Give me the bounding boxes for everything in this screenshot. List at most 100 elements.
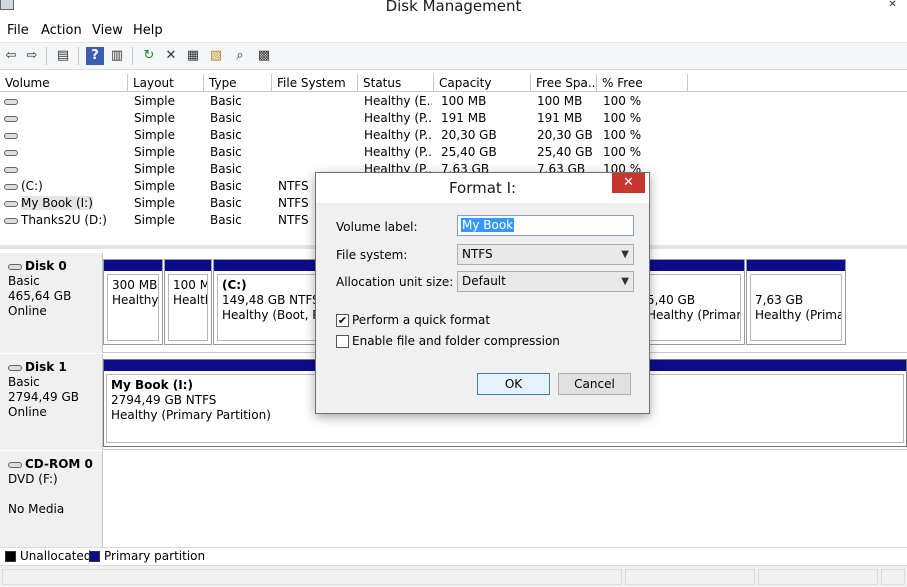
volume-drive-icon (4, 98, 18, 105)
partition-efi[interactable]: 100 MHealth (164, 259, 212, 345)
volume-cell-capacity: 100 MB (441, 94, 487, 108)
allocation-unit-label: Allocation unit size: (336, 275, 454, 289)
file-system-value: NTFS (462, 247, 493, 261)
volume-cell-type: Basic (210, 94, 242, 108)
window-title: Disk Management (385, 0, 522, 15)
delete-icon[interactable]: ✕ (162, 47, 180, 65)
volume-cell-volume (4, 161, 126, 178)
volume-cell-free: 191 MB (537, 111, 583, 125)
back-arrow-icon[interactable]: ⇦ (2, 47, 20, 65)
hard-disk-icon (8, 263, 22, 270)
compression-checkbox[interactable] (336, 335, 349, 348)
allocation-unit-select[interactable]: Default ▼ (457, 271, 634, 292)
volume-drive-icon (4, 166, 18, 173)
column-header-empty (688, 74, 907, 92)
volume-drive-icon (4, 115, 18, 122)
console-tree-icon[interactable]: ▤ (54, 47, 72, 65)
partition-status: Healthy (Primar (755, 308, 842, 322)
quick-format-checkbox[interactable]: ✔ (336, 314, 349, 327)
cancel-button[interactable]: Cancel (558, 373, 631, 395)
volume-drive-icon (4, 183, 18, 190)
volume-cell-pct: 100 % (603, 111, 642, 125)
partition-recovery[interactable]: 5,40 GB Healthy (Primary (642, 259, 745, 345)
dialog-close-icon[interactable]: ✕ (612, 173, 645, 193)
volume-cell-volume (4, 127, 126, 144)
toolbar-separator (46, 47, 47, 65)
menu-view[interactable]: View (92, 23, 123, 38)
volume-cell-fs (278, 93, 356, 110)
partition-last[interactable]: 7,63 GB Healthy (Primar (746, 259, 846, 345)
volume-name: (C:) (21, 179, 43, 193)
status-bar (0, 565, 907, 587)
file-system-label: File system: (336, 248, 408, 262)
column-header-layout[interactable]: Layout (128, 74, 204, 92)
format-dialog: Format I: ✕ Volume label: My Book File s… (315, 172, 650, 414)
partition-system-reserved[interactable]: 300 MB Healthy (103, 259, 163, 345)
ok-button[interactable]: OK (477, 373, 550, 395)
cdrom-0-label[interactable]: CD-ROM 0 DVD (F:) No Media (0, 451, 103, 547)
volume-drive-icon (4, 149, 18, 156)
menu-file[interactable]: File (7, 23, 29, 38)
volume-name: My Book (I:) (21, 196, 93, 210)
menu-action[interactable]: Action (41, 23, 82, 38)
window-close-icon[interactable]: ✕ (878, 0, 907, 10)
column-header-volume[interactable]: Volume (0, 74, 128, 92)
partition-size: 5,40 GB (647, 293, 696, 307)
volume-label-input[interactable]: My Book (457, 215, 634, 236)
search-icon[interactable]: ⌕ (231, 47, 249, 65)
volume-cell-pct: 100 % (603, 145, 642, 159)
volume-cell-free: 20,30 GB (537, 128, 593, 142)
disk-1-label[interactable]: Disk 1 Basic 2794,49 GB Online (0, 354, 103, 450)
cdrom-0-area (103, 451, 907, 547)
window-title-bar: Disk Management ✕ (0, 0, 907, 22)
volume-cell-volume: (C:) (4, 178, 126, 195)
volume-cell-capacity: 191 MB (441, 111, 487, 125)
compression-label[interactable]: Enable file and folder compression (352, 334, 560, 348)
disk-size: 465,64 GB (8, 289, 72, 303)
partition-size: 100 M (173, 278, 208, 292)
volume-name: Thanks2U (D:) (21, 213, 107, 227)
partition-status: Health (173, 293, 207, 307)
column-header-capacity[interactable]: Capacity (434, 74, 531, 92)
quick-format-label[interactable]: Perform a quick format (352, 313, 490, 327)
volume-cell-fs (278, 127, 356, 144)
volume-cell-type: Basic (210, 196, 242, 210)
volume-drive-icon (4, 217, 18, 224)
volume-label-value: My Book (461, 218, 515, 232)
primary-partition-bar (104, 260, 162, 271)
volume-cell-status: Healthy (P... (364, 145, 432, 159)
column-header-file-system[interactable]: File System (272, 74, 358, 92)
refresh-icon[interactable]: ↻ (140, 47, 158, 65)
volume-cell-type: Basic (210, 128, 242, 142)
status-segment (625, 569, 755, 585)
settings-icon[interactable]: ▩ (255, 47, 273, 65)
partition-status: Healthy (112, 293, 159, 307)
disk-state: Online (8, 304, 47, 318)
volume-cell-pct: 100 % (603, 128, 642, 142)
column-header-type[interactable]: Type (204, 74, 272, 92)
volume-cell-layout: Simple (134, 94, 175, 108)
volume-cell-layout: Simple (134, 196, 175, 210)
volume-cell-layout: Simple (134, 162, 175, 176)
volume-cell-capacity: 20,30 GB (441, 128, 497, 142)
volume-cell-pct: 100 % (603, 94, 642, 108)
properties-icon[interactable]: ▦ (184, 47, 202, 65)
action-pane-icon[interactable]: ▥ (108, 47, 126, 65)
status-segment (881, 569, 905, 585)
column-header-status[interactable]: Status (358, 74, 434, 92)
legend-unallocated: Unallocated (20, 549, 92, 563)
legend-primary-partition: Primary partition (104, 549, 206, 563)
disk-0-label[interactable]: Disk 0 Basic 465,64 GB Online (0, 253, 103, 353)
volume-cell-type: Basic (210, 162, 242, 176)
file-system-select[interactable]: NTFS ▼ (457, 244, 634, 265)
disk-name: Disk 0 (25, 259, 67, 273)
chevron-down-icon: ▼ (621, 276, 629, 287)
help-icon[interactable]: ? (86, 47, 104, 65)
open-folder-icon[interactable]: ▧ (207, 47, 225, 65)
menu-help[interactable]: Help (133, 23, 163, 38)
forward-arrow-icon[interactable]: ⇨ (23, 47, 41, 65)
status-segment (758, 569, 878, 585)
column-header-free-space[interactable]: Free Spa... (531, 74, 597, 92)
column-header-percent-free[interactable]: % Free (597, 74, 688, 92)
volume-drive-icon (4, 200, 18, 207)
